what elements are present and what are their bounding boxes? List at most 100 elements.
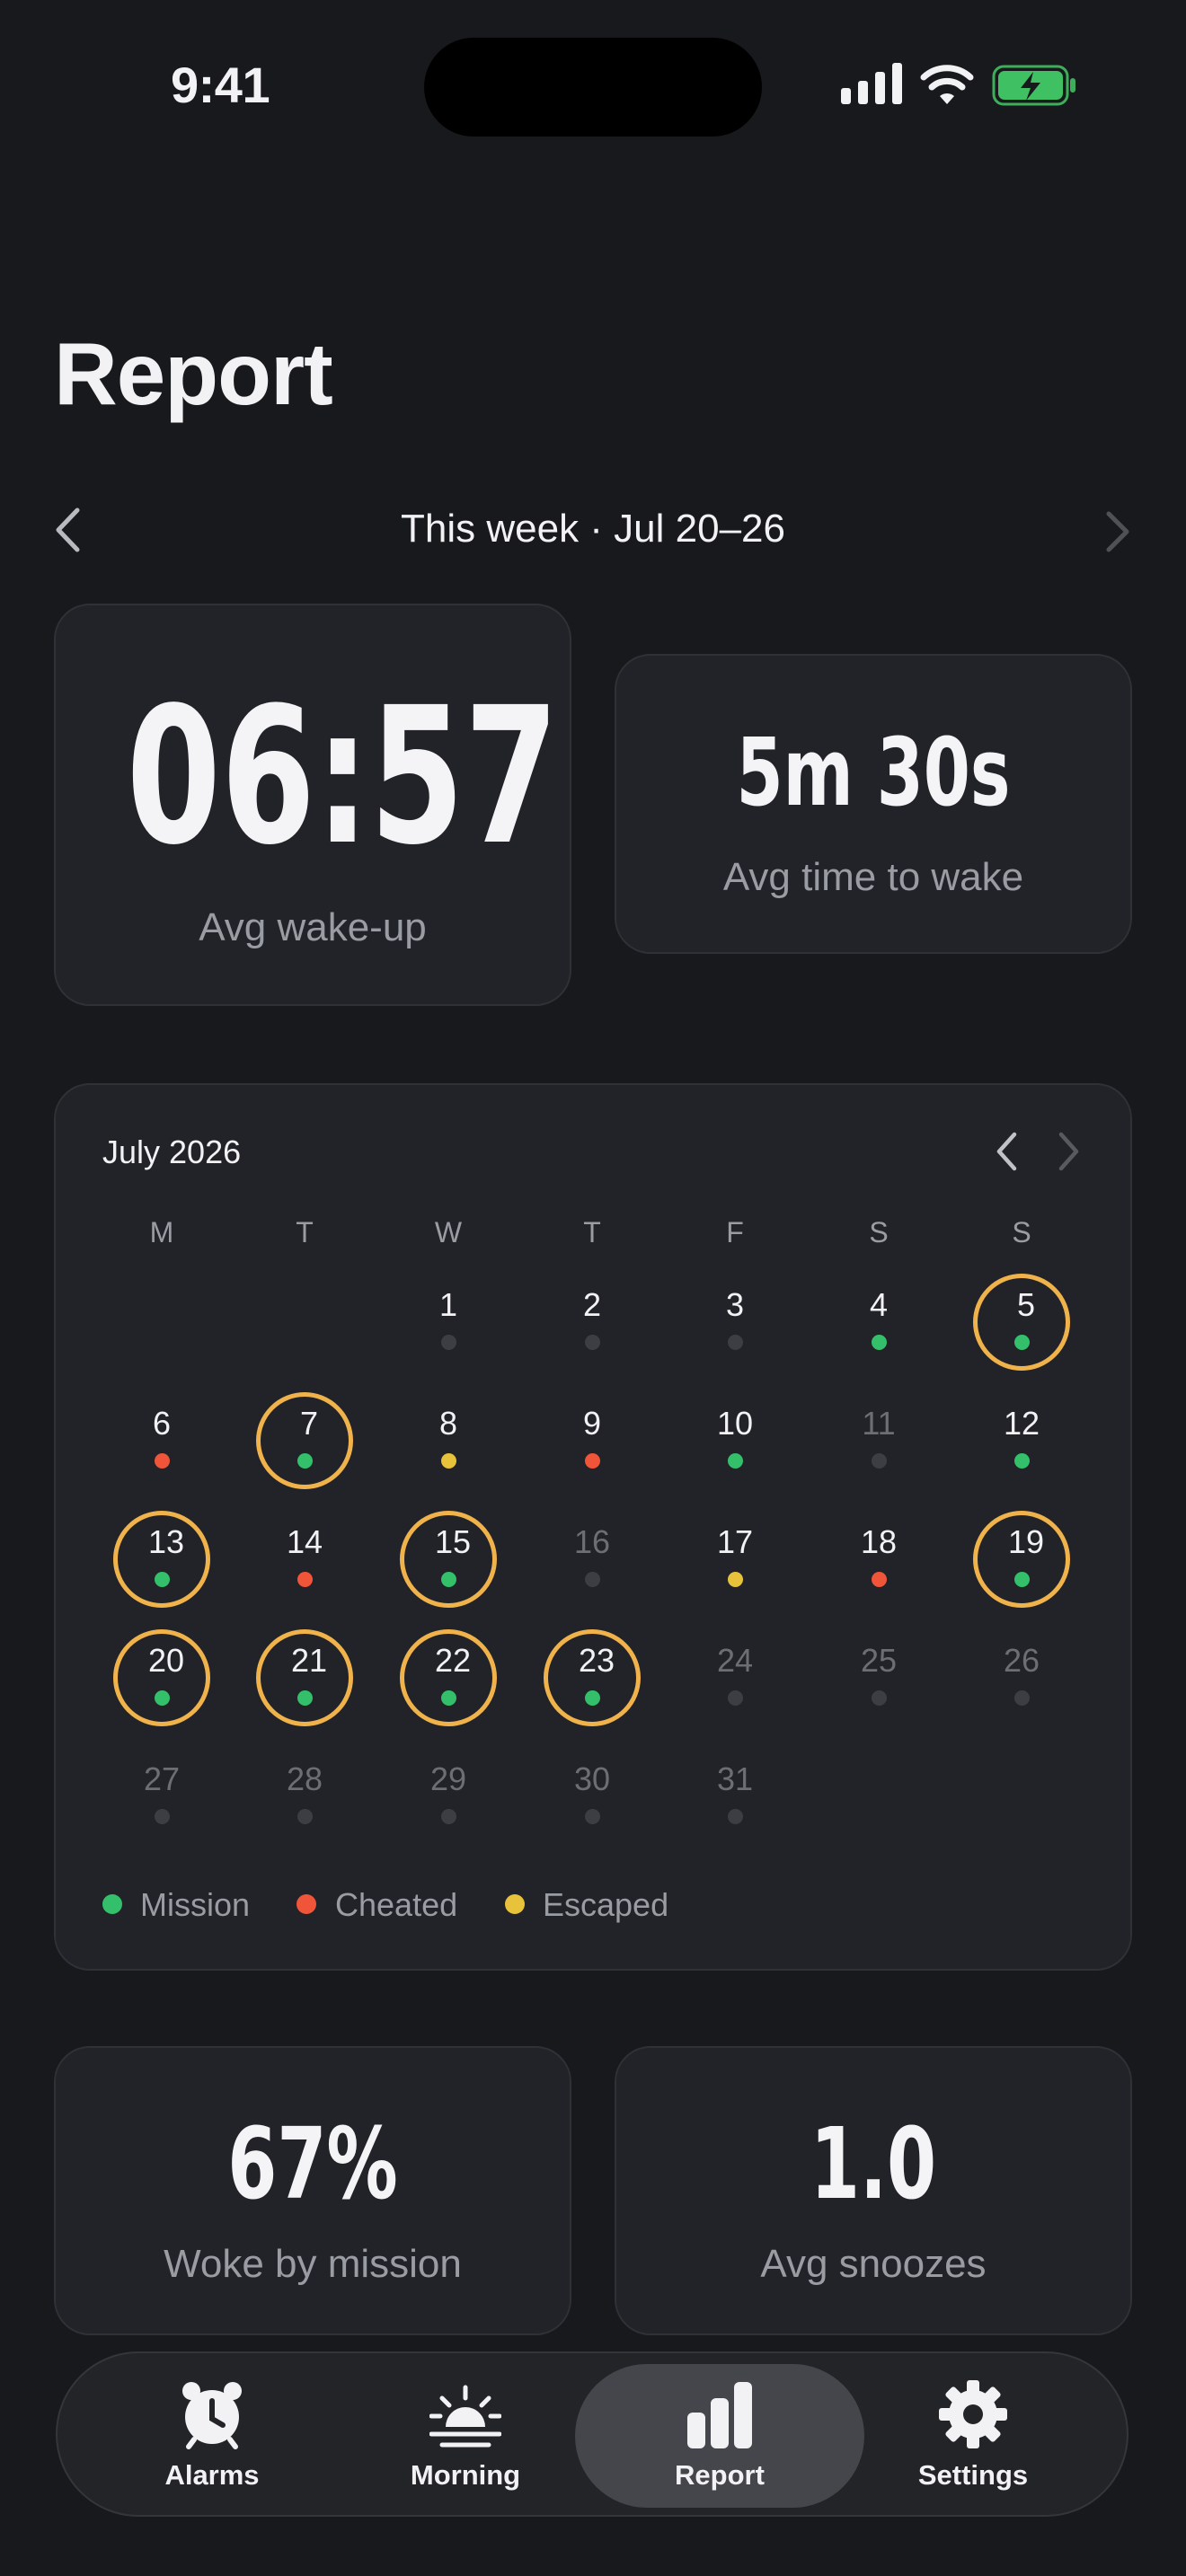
- calendar-day-number: 8: [438, 1405, 458, 1442]
- calendar-day-status-dot: [155, 1809, 170, 1824]
- calendar-day-number: 17: [716, 1523, 754, 1560]
- calendar-day-status-dot: [441, 1335, 456, 1350]
- calendar-day-status-dot: [585, 1453, 600, 1469]
- calendar-day-status-dot: [441, 1809, 456, 1824]
- weekday-header: T: [583, 1216, 601, 1248]
- calendar-day[interactable]: 28: [256, 1748, 353, 1845]
- calendar-day-status-dot: [872, 1453, 887, 1469]
- calendar-day-status-dot: [297, 1809, 313, 1824]
- calendar-day-status-dot: [441, 1453, 456, 1469]
- calendar-day-status-dot: [872, 1690, 887, 1706]
- weekday-header: F: [726, 1216, 744, 1248]
- woke-by-mission-label: Woke by mission: [164, 2242, 462, 2286]
- calendar-day[interactable]: 25: [830, 1629, 927, 1726]
- calendar-day-status-dot: [155, 1572, 170, 1587]
- calendar-day-status-dot: [297, 1690, 313, 1706]
- calendar-day-number: 2: [582, 1286, 602, 1323]
- calendar-day[interactable]: 4: [830, 1274, 927, 1371]
- calendar-day[interactable]: 24: [686, 1629, 783, 1726]
- calendar-day-number: 29: [429, 1760, 467, 1797]
- calendar-day-number: 23: [578, 1642, 615, 1679]
- status-time: 9:41: [171, 57, 270, 113]
- calendar-day-status-dot: [728, 1335, 743, 1350]
- calendar-day[interactable]: 9: [544, 1392, 641, 1489]
- calendar-day-number: 18: [860, 1523, 898, 1560]
- calendar-day-status-dot: [872, 1335, 887, 1350]
- legend-escaped-label: Escaped: [543, 1886, 669, 1923]
- calendar-day[interactable]: 17: [686, 1511, 783, 1608]
- calendar-day[interactable]: 23: [544, 1629, 641, 1726]
- calendar-day-status-dot: [1014, 1453, 1030, 1469]
- calendar-day[interactable]: 14: [256, 1511, 353, 1608]
- avg-wakeup-value: 06:57: [126, 666, 559, 887]
- tab-report-label: Report: [675, 2459, 765, 2491]
- calendar-day[interactable]: 30: [544, 1748, 641, 1845]
- calendar-next-chevron-icon[interactable]: [1058, 1132, 1080, 1171]
- calendar-day[interactable]: 22: [400, 1629, 497, 1726]
- calendar-day[interactable]: 1: [400, 1274, 497, 1371]
- calendar-day-status-dot: [872, 1572, 887, 1587]
- calendar-day[interactable]: 2: [544, 1274, 641, 1371]
- calendar-day[interactable]: 19: [973, 1511, 1070, 1608]
- calendar-month-label: July 2026: [102, 1134, 242, 1170]
- calendar-day-number: 15: [434, 1523, 472, 1560]
- calendar-day-number: 31: [716, 1760, 754, 1797]
- calendar-day-status-dot: [1014, 1690, 1030, 1706]
- weekday-header: M: [149, 1216, 174, 1248]
- gear-icon: [939, 2380, 1007, 2448]
- calendar-prev-chevron-icon[interactable]: [996, 1132, 1017, 1171]
- calendar-day-status-dot: [1014, 1335, 1030, 1350]
- calendar-day[interactable]: 5: [973, 1274, 1070, 1371]
- calendar-day-status-dot: [585, 1690, 600, 1706]
- calendar-day[interactable]: 7: [256, 1392, 353, 1489]
- calendar-day[interactable]: 3: [686, 1274, 783, 1371]
- calendar-day-number: 30: [573, 1760, 611, 1797]
- calendar-day[interactable]: 27: [113, 1748, 210, 1845]
- calendar-day-status-dot: [585, 1809, 600, 1824]
- calendar-day[interactable]: 31: [686, 1748, 783, 1845]
- calendar-day[interactable]: 12: [973, 1392, 1070, 1489]
- legend-cheated-label: Cheated: [335, 1886, 458, 1923]
- dynamic-island: [424, 38, 762, 137]
- calendar-day[interactable]: 13: [113, 1511, 210, 1608]
- avg-time-to-wake-label: Avg time to wake: [722, 855, 1024, 899]
- calendar-day-number: 7: [299, 1405, 319, 1442]
- calendar-day-number: 19: [1007, 1523, 1045, 1560]
- calendar-day-number: 25: [860, 1642, 898, 1679]
- calendar-day[interactable]: 20: [113, 1629, 210, 1726]
- avg-time-to-wake-value: 5m 30s: [736, 718, 1011, 827]
- calendar-day[interactable]: 10: [686, 1392, 783, 1489]
- legend-mission-dot: [102, 1894, 122, 1914]
- page-title: Report: [54, 324, 333, 423]
- legend-escaped-dot: [505, 1894, 525, 1914]
- alarm-clock-icon: [182, 2382, 242, 2449]
- calendar-day[interactable]: 29: [400, 1748, 497, 1845]
- battery-charging-icon: [992, 65, 1075, 106]
- calendar-day-number: 24: [716, 1642, 754, 1679]
- cellular-signal-icon: [841, 63, 902, 104]
- calendar-day-status-dot: [728, 1690, 743, 1706]
- legend-mission-label: Mission: [140, 1886, 251, 1923]
- tab-settings-label: Settings: [917, 2459, 1029, 2491]
- calendar-day[interactable]: 16: [544, 1511, 641, 1608]
- calendar-day-number: 16: [573, 1523, 611, 1560]
- calendar-day-number: 6: [152, 1405, 172, 1442]
- calendar-day[interactable]: 11: [830, 1392, 927, 1489]
- avg-snoozes-value: 1.0: [810, 2106, 937, 2221]
- calendar-day[interactable]: 8: [400, 1392, 497, 1489]
- calendar-day[interactable]: 15: [400, 1511, 497, 1608]
- calendar-day-number: 3: [725, 1286, 745, 1323]
- calendar-day-number: 20: [147, 1642, 185, 1679]
- calendar-day[interactable]: 18: [830, 1511, 927, 1608]
- chevron-right-icon[interactable]: [1105, 510, 1130, 553]
- calendar-day[interactable]: 6: [113, 1392, 210, 1489]
- calendar-day[interactable]: 21: [256, 1629, 353, 1726]
- calendar-day-status-dot: [585, 1335, 600, 1350]
- calendar-day[interactable]: 26: [973, 1629, 1070, 1726]
- tab-alarms-label: Alarms: [164, 2459, 260, 2491]
- weekday-header: S: [1012, 1216, 1031, 1248]
- calendar-day-number: 4: [869, 1286, 889, 1323]
- calendar-day-status-dot: [728, 1572, 743, 1587]
- calendar-day-number: 28: [286, 1760, 323, 1797]
- calendar-day-number: 13: [147, 1523, 185, 1560]
